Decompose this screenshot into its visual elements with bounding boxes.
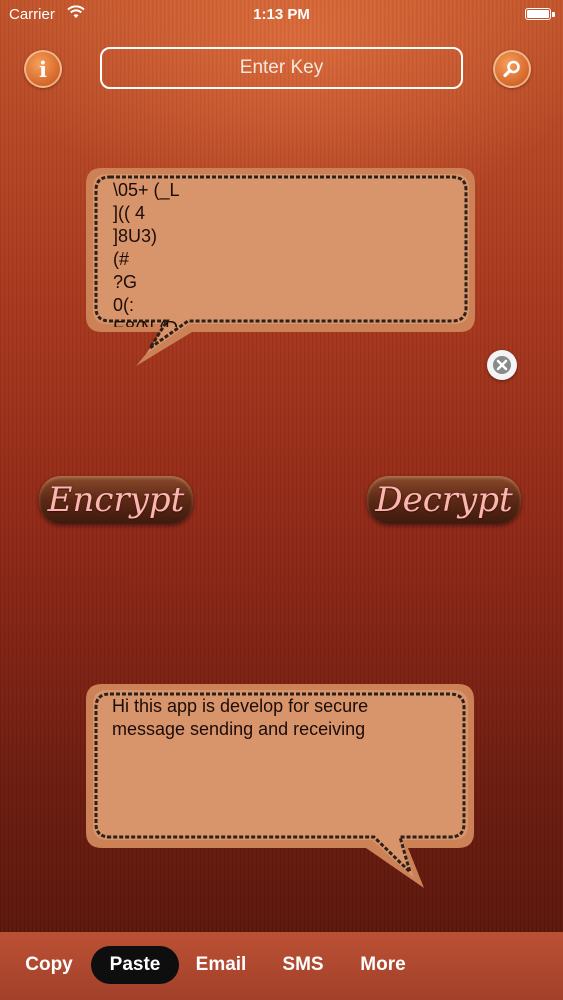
encrypt-button[interactable]: Encrypt [39, 476, 193, 524]
battery-tip [552, 12, 555, 17]
search-icon [503, 60, 520, 78]
battery-icon [525, 8, 551, 20]
key-input[interactable] [100, 47, 463, 89]
email-button[interactable]: Email [184, 946, 258, 984]
decrypt-button[interactable]: Decrypt [367, 476, 521, 524]
paste-button[interactable]: Paste [91, 946, 179, 984]
clock: 1:13 PM [253, 6, 310, 23]
close-icon [493, 356, 511, 374]
search-button[interactable] [493, 50, 531, 88]
clear-button[interactable] [487, 350, 517, 380]
encrypted-message-bubble[interactable]: \05+ (_L ](( 4 ]8U3) (# ?G 0(: E8(N (D [80, 160, 480, 372]
plain-text[interactable]: Hi this app is develop for secure messag… [112, 695, 412, 815]
status-bar: Carrier 1:13 PM [0, 0, 563, 30]
plain-message-bubble[interactable]: Hi this app is develop for secure messag… [80, 680, 480, 892]
encrypted-text[interactable]: \05+ (_L ](( 4 ]8U3) (# ?G 0(: E8(N (D [113, 179, 453, 327]
info-button[interactable]: i [24, 50, 62, 88]
more-button[interactable]: More [347, 946, 419, 984]
bottom-toolbar: Copy Paste Email SMS More [0, 932, 563, 1000]
sms-button[interactable]: SMS [272, 946, 334, 984]
copy-button[interactable]: Copy [14, 946, 84, 984]
info-icon: i [39, 57, 47, 82]
